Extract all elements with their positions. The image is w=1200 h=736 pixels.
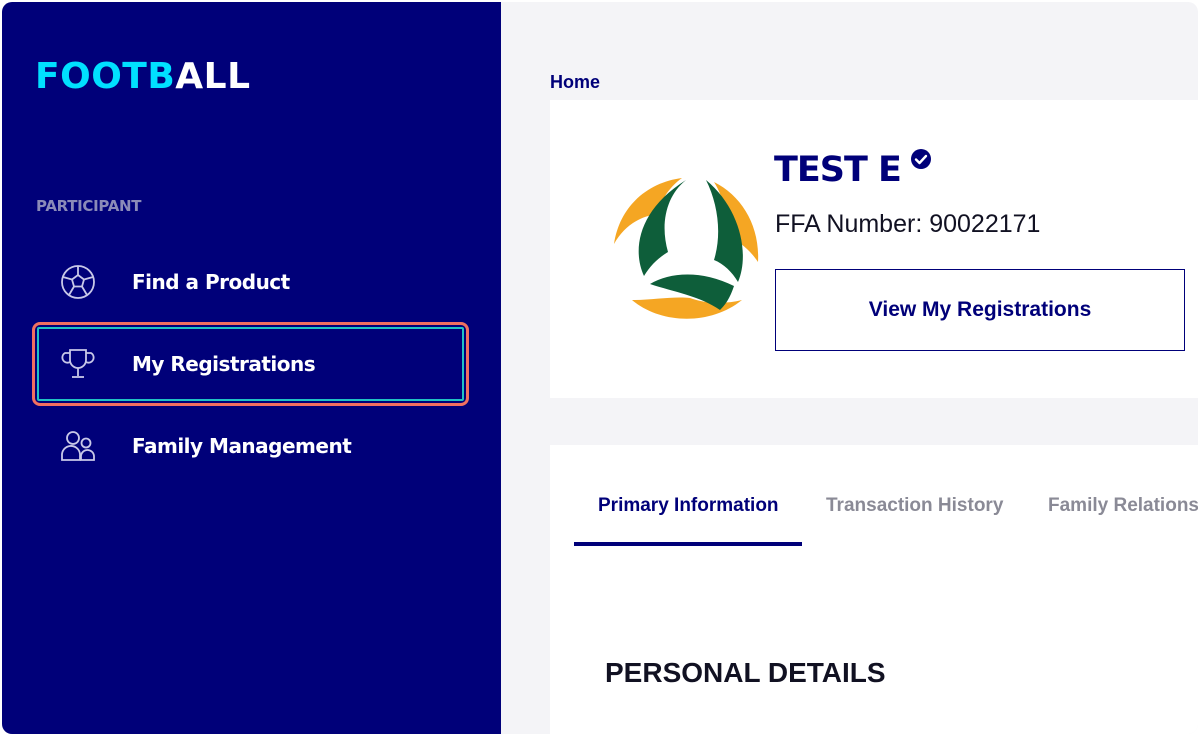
verified-check-icon <box>910 148 932 170</box>
logo-text-white: ALL <box>175 56 251 97</box>
details-card: Primary Information Transaction History … <box>550 445 1198 734</box>
participant-name: TEST E <box>774 150 902 190</box>
ffa-number: FFA Number: 90022171 <box>775 210 1041 238</box>
tab-primary-information[interactable]: Primary Information <box>598 495 779 517</box>
active-tab-indicator <box>574 542 802 546</box>
logo-text-cyan: FOOTB <box>35 56 176 97</box>
personal-details-heading: PERSONAL DETAILS <box>605 657 886 688</box>
sidebar-item-family-management[interactable]: Family Management <box>32 404 469 488</box>
trophy-icon <box>60 346 96 382</box>
sidebar-section-label: PARTICIPANT <box>36 197 142 215</box>
sidebar-item-label: Find a Product <box>132 270 290 294</box>
sidebar-item-label: Family Management <box>132 434 352 458</box>
football-australia-emblem-icon <box>610 174 762 326</box>
sidebar-item-label: My Registrations <box>132 352 316 376</box>
soccer-ball-icon <box>60 264 96 300</box>
breadcrumb[interactable]: Home <box>550 72 600 93</box>
tab-family-relationships[interactable]: Family Relationsl <box>1048 495 1198 517</box>
profile-card: TEST E FFA Number: 90022171 View My Regi… <box>550 100 1198 398</box>
sidebar-item-my-registrations[interactable]: My Registrations <box>32 322 469 406</box>
view-my-registrations-button[interactable]: View My Registrations <box>775 269 1185 351</box>
sidebar-item-find-a-product[interactable]: Find a Product <box>32 240 469 324</box>
app-window: FOOTBALL PARTICIPANT Find a Product My R… <box>2 2 1198 734</box>
football-logo[interactable]: FOOTBALL <box>35 56 251 97</box>
sidebar: FOOTBALL PARTICIPANT Find a Product My R… <box>2 2 501 734</box>
tab-transaction-history[interactable]: Transaction History <box>826 495 1003 517</box>
family-icon <box>60 428 96 464</box>
